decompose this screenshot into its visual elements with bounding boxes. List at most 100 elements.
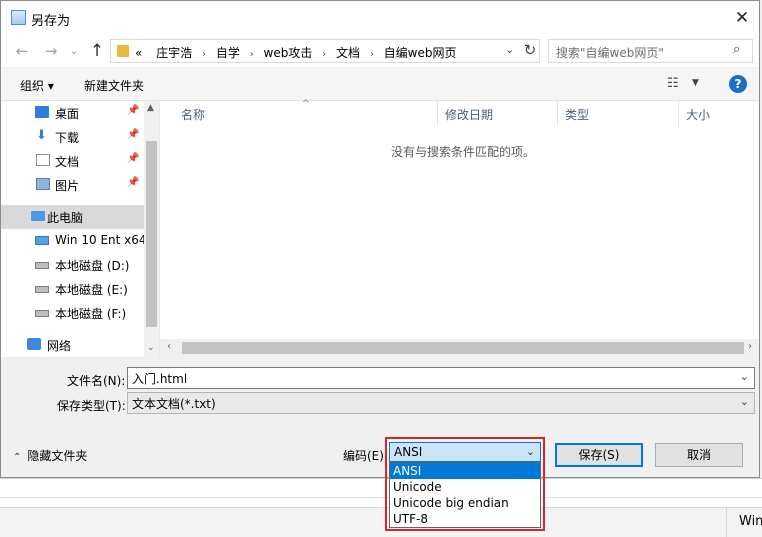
filetype-select[interactable]: 文本文档(*.txt) ⌄ <box>127 392 755 414</box>
back-arrow-icon[interactable]: ← <box>13 41 31 61</box>
up-arrow-icon[interactable]: ↑ <box>88 41 106 61</box>
organize-button[interactable]: 组织 ▾ <box>20 77 54 94</box>
encoding-option-unicode-big-endian[interactable]: Unicode big endian <box>390 495 540 511</box>
scrollbar-thumb[interactable] <box>182 342 744 354</box>
chevron-down-icon[interactable]: ⌄ <box>740 370 749 383</box>
scroll-right-icon[interactable]: › <box>748 341 752 352</box>
refresh-icon[interactable]: ↻ <box>521 41 539 59</box>
cancel-button[interactable]: 取消 <box>655 443 743 467</box>
empty-results-message: 没有与搜索条件匹配的项。 <box>391 145 536 159</box>
breadcrumb-separator-icon: › <box>322 49 327 60</box>
pin-icon[interactable]: 📌 <box>127 129 139 140</box>
sidebar-item-network[interactable]: 网络 <box>1 333 144 357</box>
sidebar-item-label: 文档 <box>55 155 80 169</box>
sidebar-item-system-drive[interactable]: Win 10 Ent x64 <box>1 229 147 253</box>
sidebar-item-drive-f[interactable]: 本地磁盘 (F:) <box>1 301 144 325</box>
sidebar-item-documents[interactable]: 文档 📌 <box>1 149 144 173</box>
view-list-icon[interactable]: ☷ <box>667 76 679 91</box>
filename-label: 文件名(N): <box>67 374 126 388</box>
sidebar-item-pictures[interactable]: 图片 📌 <box>1 173 144 197</box>
hide-folders-toggle[interactable]: ⌃ 隐藏文件夹 <box>13 447 87 464</box>
search-box[interactable]: 搜索"自编web网页" ⌕ <box>548 39 753 63</box>
pictures-icon <box>36 178 50 190</box>
scroll-left-icon[interactable]: ‹ <box>167 341 171 352</box>
chevron-down-icon[interactable]: ⌄ <box>526 445 535 458</box>
sidebar-item-label: 桌面 <box>55 107 80 121</box>
encoding-option-unicode[interactable]: Unicode <box>390 479 540 495</box>
column-header-name[interactable]: 名称 <box>174 101 438 126</box>
encoding-selected-value: ANSI <box>394 445 423 459</box>
sidebar-item-label: 此电脑 <box>47 211 84 225</box>
chevron-up-icon: ⌃ <box>13 452 22 463</box>
search-input[interactable]: 搜索"自编web网页" <box>556 44 664 61</box>
sidebar-item-drive-e[interactable]: 本地磁盘 (E:) <box>1 277 144 301</box>
breadcrumb-item[interactable]: 自学 <box>216 46 240 60</box>
background-status-cell: Win <box>726 507 762 537</box>
file-list-horizontal-scrollbar[interactable]: ‹ › <box>160 339 759 357</box>
breadcrumb-item[interactable]: 自编web网页 <box>384 46 457 60</box>
folder-icon <box>117 45 129 57</box>
close-icon[interactable]: ✕ <box>725 1 759 35</box>
save-button[interactable]: 保存(S) <box>555 443 643 467</box>
column-header-date-modified[interactable]: 修改日期 <box>438 101 558 126</box>
encoding-option-utf8[interactable]: UTF-8 <box>390 511 540 527</box>
breadcrumb-overflow[interactable]: « <box>135 46 142 60</box>
breadcrumb-separator-icon: › <box>249 49 254 60</box>
dialog-footer: ⌃ 隐藏文件夹 编码(E): 保存(S) 取消 <box>1 433 759 479</box>
breadcrumb-separator-icon: › <box>369 49 374 60</box>
scroll-up-icon[interactable]: ▲ <box>147 103 154 113</box>
pin-icon[interactable]: 📌 <box>127 177 139 188</box>
filetype-row: 保存类型(T): 文本文档(*.txt) ⌄ <box>1 392 759 416</box>
title-bar: 另存为 ✕ <box>1 1 759 35</box>
filename-row: 文件名(N): 入门.html ⌄ <box>1 367 759 391</box>
desktop-icon <box>35 106 49 118</box>
sidebar-item-this-pc[interactable]: 此电脑 <box>1 205 144 229</box>
encoding-option-ansi[interactable]: ANSI <box>390 463 540 479</box>
scroll-down-icon[interactable]: ⌄ <box>147 343 155 353</box>
new-folder-button[interactable]: 新建文件夹 <box>84 77 144 94</box>
sidebar-item-label: Win 10 Ent x64 <box>55 233 147 247</box>
scrollbar-thumb[interactable] <box>146 141 157 327</box>
sidebar-item-label: 图片 <box>55 179 80 193</box>
view-options-chevron-icon[interactable]: ▼ <box>692 78 699 88</box>
dialog-title: 另存为 <box>31 14 71 29</box>
breadcrumb-item[interactable]: 文档 <box>336 46 360 60</box>
encoding-select[interactable]: ANSI ⌄ <box>389 442 541 462</box>
column-header-size[interactable]: 大小 <box>679 101 759 126</box>
navigation-pane-scrollbar[interactable]: ▲ ⌄ <box>144 101 159 357</box>
chevron-down-icon[interactable]: ⌄ <box>740 395 749 408</box>
recent-locations-chevron-icon[interactable]: ⌄ <box>65 41 83 61</box>
sidebar-item-drive-d[interactable]: 本地磁盘 (D:) <box>1 253 144 277</box>
filename-input[interactable]: 入门.html ⌄ <box>127 367 755 389</box>
sidebar-item-desktop[interactable]: 桌面 📌 <box>1 101 144 125</box>
breadcrumb-separator-icon: › <box>202 49 207 60</box>
sidebar-item-label: 本地磁盘 (F:) <box>55 307 127 321</box>
pin-icon[interactable]: 📌 <box>127 105 139 116</box>
forward-arrow-icon[interactable]: → <box>42 41 60 61</box>
sidebar-item-downloads[interactable]: ⬇ 下载 📌 <box>1 125 144 149</box>
breadcrumb: « 庄宇浩 › 自学 › web攻击 › 文档 › 自编web网页 <box>135 44 457 61</box>
address-bar[interactable]: « 庄宇浩 › 自学 › web攻击 › 文档 › 自编web网页 ⌄ ↻ <box>110 39 540 63</box>
network-icon <box>27 338 41 350</box>
filetype-label: 保存类型(T): <box>57 399 126 413</box>
search-icon: ⌕ <box>733 42 741 57</box>
sidebar-item-label: 下载 <box>55 131 80 145</box>
help-icon[interactable]: ? <box>729 75 747 93</box>
system-drive-icon <box>35 236 49 245</box>
background-statusbar <box>0 507 762 537</box>
sidebar-item-label: 网络 <box>47 339 72 353</box>
navigation-bar: ← → ⌄ ↑ « 庄宇浩 › 自学 › web攻击 › 文档 › 自编web网… <box>1 35 759 67</box>
drive-icon <box>35 262 49 269</box>
encoding-dropdown-list: ANSI Unicode Unicode big endian UTF-8 <box>389 462 541 528</box>
breadcrumb-item[interactable]: 庄宇浩 <box>156 46 192 60</box>
command-toolbar: 组织 ▾ 新建文件夹 ☷ ▼ ? <box>1 67 759 101</box>
column-header-type[interactable]: 类型 <box>558 101 679 126</box>
background-divider <box>0 497 762 498</box>
pin-icon[interactable]: 📌 <box>127 153 139 164</box>
address-dropdown-icon[interactable]: ⌄ <box>505 43 514 56</box>
drive-icon <box>35 286 49 293</box>
background-window: Win <box>0 478 762 537</box>
sidebar-item-label: 本地磁盘 (D:) <box>55 259 130 273</box>
computer-icon <box>31 211 45 221</box>
breadcrumb-item[interactable]: web攻击 <box>264 46 313 60</box>
